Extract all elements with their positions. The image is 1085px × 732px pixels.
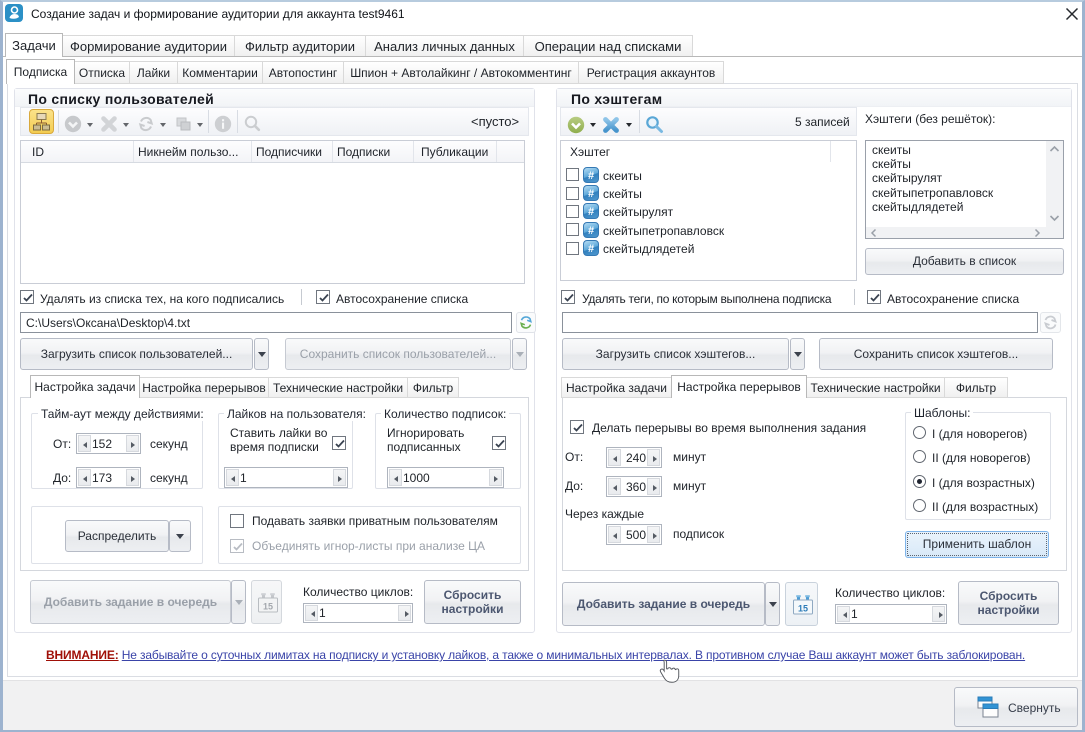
svg-text:#: # [588, 243, 594, 255]
svg-text:#: # [588, 206, 594, 218]
svg-text:#: # [588, 170, 594, 182]
svg-text:15: 15 [263, 602, 273, 612]
svg-text:#: # [588, 188, 594, 200]
svg-text:15: 15 [798, 604, 808, 614]
svg-text:#: # [588, 225, 594, 237]
